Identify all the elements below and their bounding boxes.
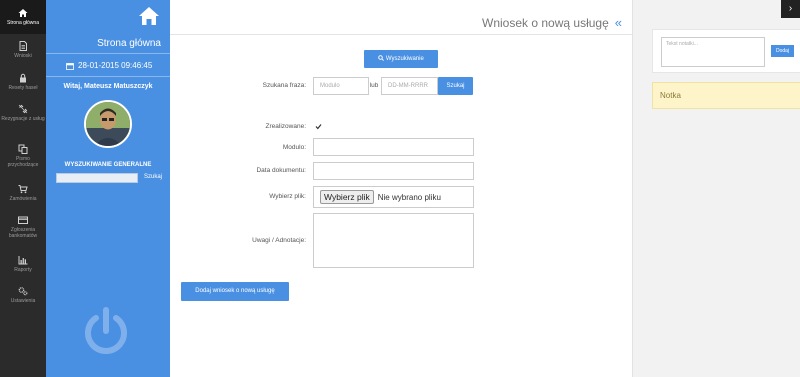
home-icon <box>18 9 28 17</box>
submit-request-button[interactable]: Dodaj wniosek o nową usługę <box>181 282 289 301</box>
cart-icon <box>18 185 28 194</box>
search-toggle-button[interactable]: Wyszukiwanie <box>364 50 438 68</box>
datetime-text: 28-01-2015 09:46:45 <box>78 61 153 70</box>
calendar-icon <box>66 62 74 70</box>
realized-checkbox[interactable] <box>315 123 322 130</box>
choose-file-button[interactable]: Wybierz plik <box>320 190 374 204</box>
gears-icon <box>18 287 28 296</box>
divider <box>46 53 170 54</box>
note-header: Notka <box>652 82 800 109</box>
nav-item-label: Pismo przychodzące <box>7 156 39 168</box>
profile-panel: Strona główna 28-01-2015 09:46:45 Witaj,… <box>46 0 170 377</box>
file-status: Nie wybrano pliku <box>377 192 441 202</box>
notes-label: Uwagi / Adnotacje: <box>252 237 306 244</box>
add-note-button[interactable]: Dodaj <box>771 45 794 57</box>
nav-item-home[interactable]: Strona główna <box>0 0 46 34</box>
nav-item-atm-reports[interactable]: Zgłoszenia bankomatów <box>0 212 46 246</box>
home-icon[interactable] <box>138 6 160 26</box>
nav-item-label: Strona główna <box>7 20 39 26</box>
nav-item-label: Raporty <box>14 267 32 273</box>
global-search-label: WYSZUKIWANIE GENERALNE <box>64 162 152 168</box>
nav-item-label: Wnioski <box>14 53 32 59</box>
nav-item-label: Resety haseł <box>8 85 38 91</box>
nav-item-settings[interactable]: Ustawienia <box>0 283 46 311</box>
divider <box>170 34 632 35</box>
current-datetime: 28-01-2015 09:46:45 <box>66 61 152 70</box>
file-label: Wybierz plik: <box>269 193 306 200</box>
unlink-icon <box>18 104 28 114</box>
user-greeting: Witaj, Mateusz Matuszczyk <box>63 83 153 90</box>
copy-icon <box>18 144 28 154</box>
collapse-double-chevron-icon[interactable]: « <box>615 15 622 30</box>
nav-item-incoming-mail[interactable]: Pismo przychodzące <box>0 141 46 175</box>
search-icon <box>378 55 385 61</box>
notes-textarea[interactable] <box>313 213 474 268</box>
realized-label: Zrealizowane: <box>265 123 306 130</box>
nav-item-label: Rezygnacje z usług <box>1 116 45 122</box>
global-search-button[interactable]: Szukaj <box>144 174 162 180</box>
nav-item-label: Zgłoszenia bankomatów <box>8 227 38 239</box>
panel-title: Strona główna <box>97 38 161 49</box>
search-phrase-label: Szukana fraza: <box>262 82 306 89</box>
avatar <box>84 100 132 148</box>
main-navigation: Strona główna Wnioski Resety haseł Rezyg… <box>0 0 46 377</box>
card-icon <box>18 216 28 224</box>
lock-icon <box>20 73 26 83</box>
date-search-input[interactable]: DD-MM-RRRR <box>381 77 438 95</box>
modulo-search-input[interactable]: Modulo <box>313 77 369 95</box>
document-date-label: Data dokumentu: <box>256 167 306 174</box>
nav-item-reports[interactable]: Raporty <box>0 252 46 280</box>
file-input[interactable]: Wybierz plik Nie wybrano pliku <box>313 186 474 208</box>
search-toggle-label: Wyszukiwanie <box>385 56 424 62</box>
panel-toggle-chevron-icon[interactable]: › <box>781 0 800 18</box>
page-title: Wniosek o nową usługę « <box>482 15 622 30</box>
nav-item-password-resets[interactable]: Resety haseł <box>0 70 46 98</box>
modulo-label: Modulo: <box>282 144 306 151</box>
note-form: Tekst notatki... Dodaj <box>652 29 800 73</box>
document-icon <box>19 41 27 51</box>
nav-item-orders[interactable]: Zamówienia <box>0 181 46 209</box>
main-content: Wniosek o nową usługę « Wyszukiwanie Szu… <box>170 0 632 377</box>
note-textarea[interactable]: Tekst notatki... <box>661 37 765 67</box>
modulo-input[interactable] <box>313 138 474 156</box>
document-date-input[interactable] <box>313 162 474 180</box>
or-label: lub <box>369 82 379 89</box>
global-search-input[interactable] <box>56 173 138 183</box>
page-title-text: Wniosek o nową usługę <box>482 15 609 30</box>
nav-item-requests[interactable]: Wnioski <box>0 38 46 66</box>
power-icon[interactable] <box>80 305 132 357</box>
nav-item-label: Zamówienia <box>9 196 37 202</box>
divider <box>46 76 170 77</box>
nav-item-label: Ustawienia <box>10 298 36 304</box>
bar-chart-icon <box>18 256 28 265</box>
find-button[interactable]: Szukaj <box>438 77 473 95</box>
nav-item-cancellations[interactable]: Rezygnacje z usług <box>0 101 46 135</box>
notes-panel: Tekst notatki... Dodaj Notka <box>632 0 800 377</box>
